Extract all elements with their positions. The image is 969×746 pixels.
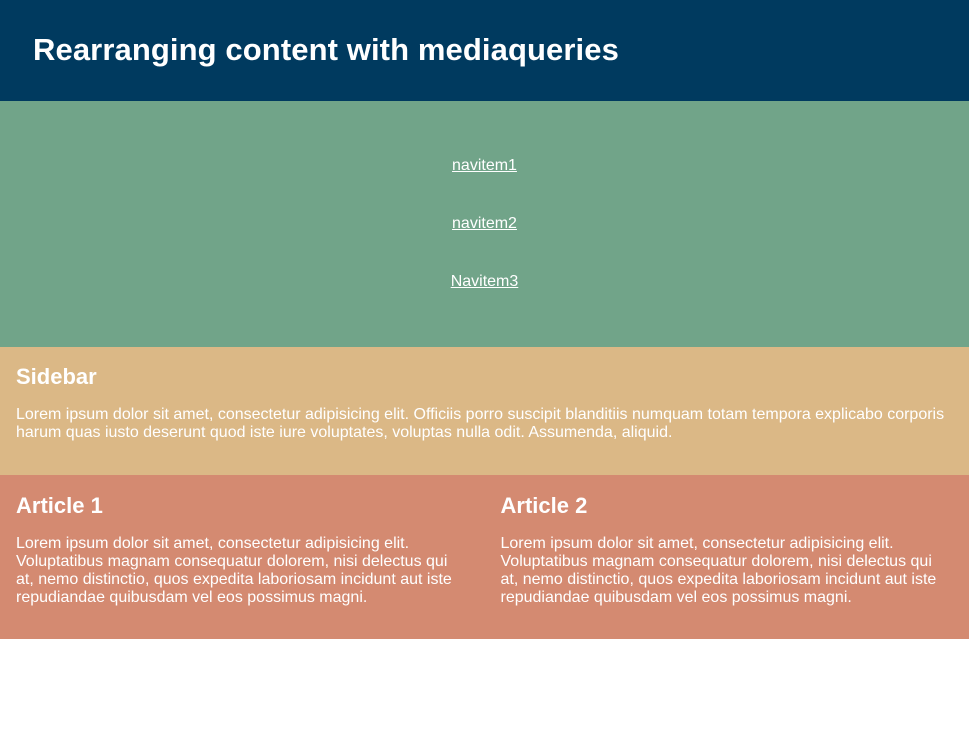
sidebar-heading: Sidebar	[16, 364, 97, 389]
article-1-heading: Article 1	[16, 493, 103, 518]
nav-item-2[interactable]: navitem2	[452, 215, 517, 233]
article-1-text: Lorem ipsum dolor sit amet, consectetur …	[16, 535, 452, 606]
page: Rearranging content with mediaqueries na…	[0, 0, 969, 746]
main-nav: navitem1 navitem2 Navitem3	[0, 101, 969, 347]
articles-section: Article 1 Lorem ipsum dolor sit amet, co…	[0, 475, 969, 639]
article-1: Article 1 Lorem ipsum dolor sit amet, co…	[0, 493, 485, 639]
article-2-text: Lorem ipsum dolor sit amet, consectetur …	[500, 535, 937, 606]
article-2-heading: Article 2	[500, 493, 588, 518]
page-title: Rearranging content with mediaqueries	[33, 31, 619, 67]
page-header: Rearranging content with mediaqueries	[0, 0, 969, 101]
sidebar: Sidebar Lorem ipsum dolor sit amet, cons…	[0, 347, 969, 475]
nav-item-3[interactable]: Navitem3	[451, 273, 519, 291]
article-2: Article 2 Lorem ipsum dolor sit amet, co…	[485, 493, 969, 639]
nav-item-1[interactable]: navitem1	[452, 157, 517, 175]
sidebar-text: Lorem ipsum dolor sit amet, consectetur …	[16, 406, 945, 441]
